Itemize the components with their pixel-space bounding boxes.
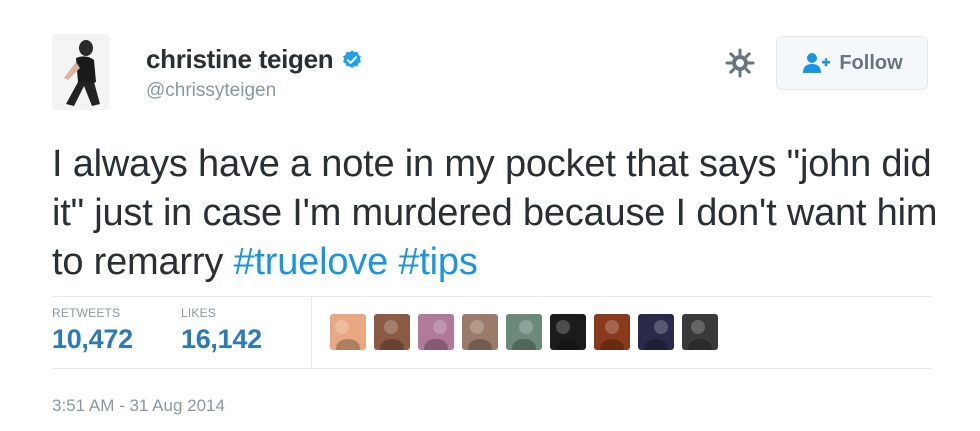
retweets-label: RETWEETS <box>52 306 121 320</box>
tweet-text: I always have a note in my pocket that s… <box>52 140 952 287</box>
liker-photo <box>688 320 712 350</box>
liker-avatar[interactable] <box>374 314 410 350</box>
verified-badge-icon <box>341 49 363 71</box>
liker-avatar[interactable] <box>550 314 586 350</box>
follow-label: Follow <box>839 51 903 74</box>
likes-stat[interactable]: LIKES 16,142 <box>181 306 262 355</box>
avatar-image <box>52 34 110 110</box>
liker-photo <box>335 320 360 350</box>
liker-avatar[interactable] <box>506 314 542 350</box>
liker-photo <box>600 320 624 350</box>
avatar[interactable] <box>52 34 110 110</box>
divider <box>52 368 932 369</box>
liker-avatar[interactable] <box>594 314 630 350</box>
liker-photo <box>644 320 668 350</box>
tweet-card: christine teigen @chrissyteigen Follow I… <box>0 0 980 431</box>
liker-avatar[interactable] <box>638 314 674 350</box>
liker-photo <box>512 320 536 350</box>
likes-count: 16,142 <box>181 324 262 354</box>
hashtag-separator <box>388 241 398 283</box>
stats-divider <box>311 297 312 368</box>
add-user-icon <box>801 52 831 74</box>
gear-icon[interactable] <box>724 47 756 79</box>
likes-label: LIKES <box>181 306 217 320</box>
liker-avatar[interactable] <box>330 314 366 350</box>
liker-photo <box>468 320 492 350</box>
tweet-body-text: I always have a note in my pocket that s… <box>52 143 938 283</box>
follow-button[interactable]: Follow <box>776 36 928 90</box>
liker-avatar[interactable] <box>682 314 718 350</box>
liker-avatars <box>330 314 726 350</box>
tweet-timestamp[interactable]: 3:51 AM - 31 Aug 2014 <box>52 396 225 416</box>
display-name[interactable]: christine teigen <box>146 44 334 75</box>
divider <box>52 296 932 297</box>
liker-photo <box>556 320 580 350</box>
hashtag-link-tips[interactable]: #tips <box>398 241 477 283</box>
hashtag-link-truelove[interactable]: #truelove <box>234 241 389 283</box>
user-name-row[interactable]: christine teigen <box>146 44 363 75</box>
liker-avatar[interactable] <box>462 314 498 350</box>
liker-photo <box>380 320 404 350</box>
retweets-count: 10,472 <box>52 324 133 354</box>
liker-avatar[interactable] <box>418 314 454 350</box>
user-handle[interactable]: @chrissyteigen <box>146 80 276 102</box>
retweets-stat[interactable]: RETWEETS 10,472 <box>52 306 133 355</box>
liker-photo <box>424 320 448 350</box>
